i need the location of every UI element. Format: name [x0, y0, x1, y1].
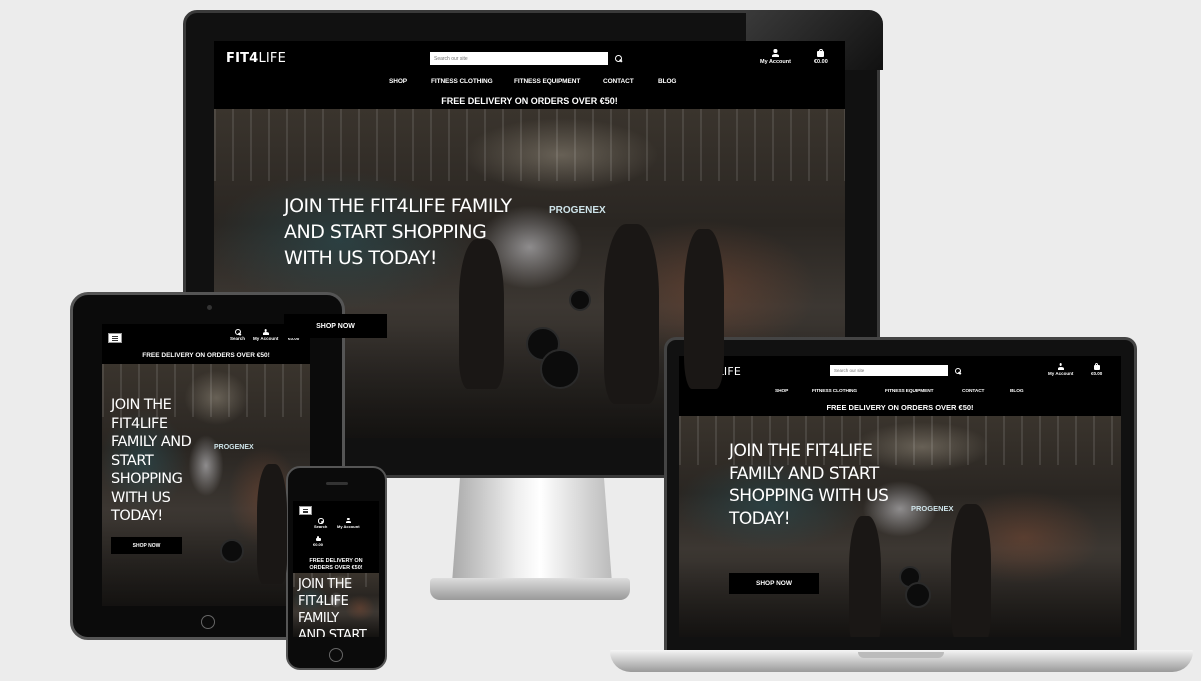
monitor-stand	[452, 478, 612, 583]
hero-image: JOIN THE FIT4LIFE FAMILY AND START SHOPP…	[293, 573, 379, 637]
menu-icon[interactable]	[108, 333, 122, 343]
nav-contact[interactable]: CONTACT	[603, 78, 634, 85]
search-toggle[interactable]: Search	[230, 329, 245, 341]
gym-sign: PROGENEX	[911, 504, 954, 513]
my-account-link[interactable]: My Account	[337, 518, 360, 529]
delivery-banner: FREE DELIVERY ON ORDERS OVER €50!	[309, 558, 363, 571]
cart-icon	[315, 536, 321, 541]
phone-home-button	[329, 648, 343, 662]
user-icon	[345, 518, 351, 523]
search-toggle[interactable]: Search	[314, 518, 327, 529]
hero-image: PROGENEX JOIN THE FIT4LIFE FAMILY AND ST…	[102, 364, 310, 606]
search-icon[interactable]	[615, 55, 622, 62]
athlete-figure	[604, 224, 659, 404]
weight-plate	[540, 349, 580, 389]
shop-now-button[interactable]: SHOP NOW	[284, 314, 387, 338]
cart-link[interactable]: €0.00	[814, 49, 828, 65]
tablet-camera	[207, 305, 212, 310]
cart-link[interactable]: €0.00	[313, 536, 323, 547]
nav-shop[interactable]: SHOP	[775, 389, 788, 394]
hero-image: PROGENEX JOIN THE FIT4LIFE FAMILY AND ST…	[679, 416, 1121, 637]
phone-site: Search My Account €0.00 FREE DELIVERY ON…	[293, 501, 379, 637]
tablet-home-button	[201, 615, 215, 629]
laptop-site: FIT4LIFE My Account €0.00 SHOP FITNESS C…	[679, 356, 1121, 637]
laptop-base	[610, 650, 1193, 672]
shop-now-button[interactable]: SHOP NOW	[729, 573, 819, 594]
user-icon	[771, 49, 779, 57]
athlete-figure	[257, 464, 287, 584]
search-icon	[318, 518, 324, 524]
nav-fitness-clothing[interactable]: FITNESS CLOTHING	[431, 78, 493, 85]
weight-plate	[220, 539, 244, 563]
monitor-base	[430, 578, 630, 600]
my-account-link[interactable]: My Account	[253, 329, 278, 341]
cart-icon	[1093, 363, 1100, 370]
tablet-site: Search My Account €0.00 FREE DELIVERY ON…	[102, 324, 310, 606]
hero-title: JOIN THE FIT4LIFE FAMILY AND START SHOPP…	[298, 577, 367, 637]
search-input[interactable]	[830, 365, 948, 376]
hero-title: JOIN THE FIT4LIFE FAMILY AND START SHOPP…	[284, 195, 512, 269]
cart-link[interactable]: €0.00	[1091, 363, 1102, 376]
nav-blog[interactable]: BLOG	[1010, 389, 1024, 394]
athlete-figure	[849, 516, 881, 637]
my-account-link[interactable]: My Account	[760, 49, 791, 65]
nav-contact[interactable]: CONTACT	[962, 389, 985, 394]
weight-plate	[569, 289, 591, 311]
hero-title: JOIN THE FIT4LIFE FAMILY AND START SHOPP…	[111, 397, 192, 524]
delivery-banner: FREE DELIVERY ON ORDERS OVER €50!	[826, 403, 974, 412]
gym-sign: PROGENEX	[214, 444, 254, 451]
menu-icon[interactable]	[299, 506, 312, 515]
nav-blog[interactable]: BLOG	[658, 78, 676, 85]
site-logo[interactable]: FIT4LIFE	[226, 51, 286, 66]
nav-fitness-equipment[interactable]: FITNESS EQUIPMENT	[885, 389, 934, 394]
phone-speaker	[326, 482, 348, 485]
nav-fitness-equipment[interactable]: FITNESS EQUIPMENT	[514, 78, 580, 85]
search-icon[interactable]	[955, 368, 962, 375]
search-input[interactable]	[430, 52, 608, 65]
cart-icon	[817, 49, 825, 57]
athlete-figure	[951, 504, 991, 637]
shop-now-button[interactable]: SHOP NOW	[111, 537, 182, 554]
my-account-link[interactable]: My Account	[1048, 363, 1073, 376]
gym-sign: PROGENEX	[549, 205, 606, 216]
user-icon	[262, 329, 269, 335]
delivery-banner: FREE DELIVERY ON ORDERS OVER €50!	[441, 96, 618, 106]
weight-plate	[905, 582, 931, 608]
search-icon	[234, 329, 241, 336]
nav-fitness-clothing[interactable]: FITNESS CLOTHING	[812, 389, 857, 394]
athlete-figure	[684, 229, 724, 389]
nav-shop[interactable]: SHOP	[389, 78, 407, 85]
hero-title: JOIN THE FIT4LIFE FAMILY AND START SHOPP…	[729, 441, 889, 529]
delivery-banner: FREE DELIVERY ON ORDERS OVER €50!	[142, 352, 270, 359]
laptop-notch	[858, 652, 944, 658]
user-icon	[1057, 363, 1064, 370]
